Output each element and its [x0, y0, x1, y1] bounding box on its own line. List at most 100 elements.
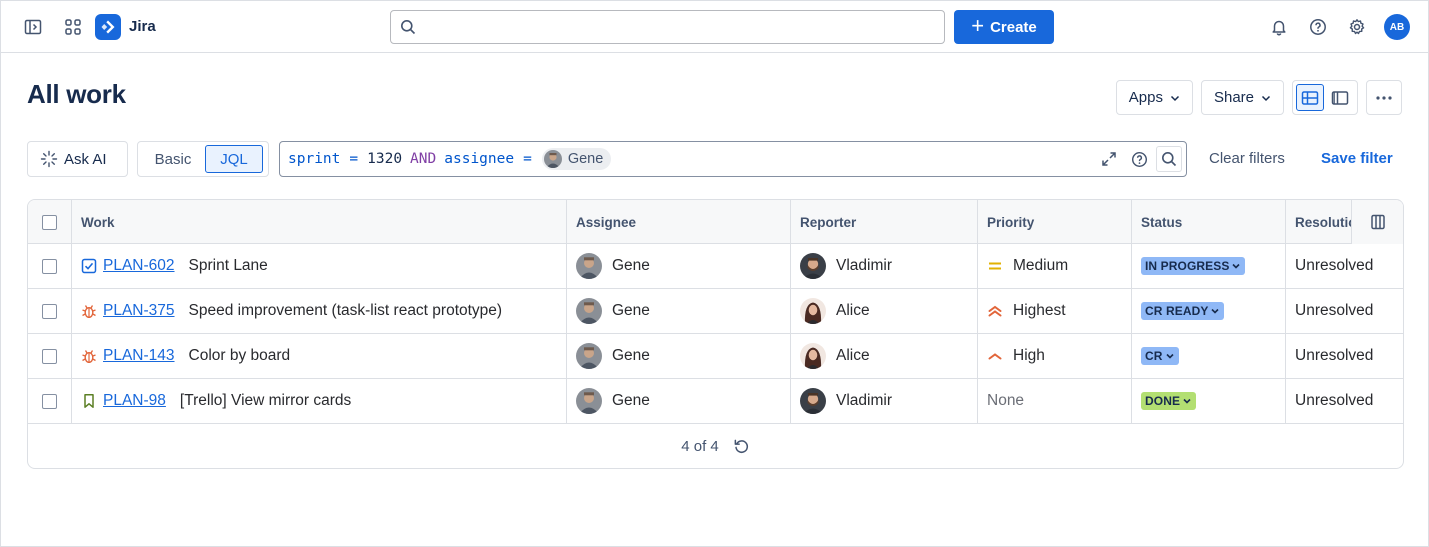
issue-key-link[interactable]: PLAN-602 — [103, 257, 175, 275]
basic-mode-button[interactable]: Basic — [141, 145, 205, 173]
vladimir-avatar — [800, 253, 826, 279]
list-view-button[interactable] — [1296, 84, 1324, 111]
jql-field: assignee — [444, 151, 515, 167]
priority-cell[interactable]: None — [978, 379, 1132, 423]
work-items-table: Work Assignee Reporter Priority Status R… — [27, 199, 1404, 469]
reporter-cell[interactable]: Vladimir — [791, 379, 978, 423]
work-cell: PLAN-98 [Trello] View mirror cards — [72, 379, 567, 423]
row-checkbox[interactable] — [42, 348, 57, 364]
status-lozenge[interactable]: CR READY — [1141, 302, 1225, 320]
jql-user-chip[interactable]: Gene — [541, 148, 612, 170]
issue-summary[interactable]: [Trello] View mirror cards — [180, 392, 351, 410]
user-avatar[interactable]: AB — [1384, 14, 1410, 40]
jql-help-button[interactable] — [1126, 146, 1152, 172]
share-dropdown-button[interactable]: Share — [1200, 80, 1284, 115]
issue-key-link[interactable]: PLAN-143 — [103, 347, 175, 365]
apps-dropdown-button[interactable]: Apps — [1115, 80, 1193, 115]
expand-editor-button[interactable] — [1096, 146, 1122, 172]
issue-key-link[interactable]: PLAN-375 — [103, 302, 175, 320]
row-checkbox[interactable] — [42, 393, 57, 409]
column-picker-button[interactable] — [1351, 200, 1403, 244]
apps-label: Apps — [1128, 89, 1163, 106]
column-header-reporter[interactable]: Reporter — [791, 200, 978, 244]
table-row[interactable]: PLAN-143 Color by board Gene Alice High … — [28, 334, 1403, 379]
share-label: Share — [1213, 89, 1254, 106]
table-row[interactable]: PLAN-375 Speed improvement (task-list re… — [28, 289, 1403, 334]
expand-icon — [1102, 152, 1116, 166]
select-all-cell — [28, 200, 72, 244]
high-priority-icon — [987, 348, 1003, 364]
priority-label: None — [987, 392, 1025, 409]
more-actions-button[interactable] — [1366, 80, 1402, 115]
issue-summary[interactable]: Speed improvement (task-list react proto… — [189, 302, 503, 320]
search-icon — [1162, 152, 1177, 167]
status-lozenge[interactable]: CR — [1141, 347, 1179, 365]
split-view-icon — [1331, 90, 1349, 105]
global-search[interactable] — [390, 10, 945, 44]
jql-tools — [1096, 146, 1182, 172]
jql-query-editor[interactable]: sprint = 1320 AND assignee = Gene — [279, 141, 1187, 177]
priority-cell[interactable]: Medium — [978, 244, 1132, 288]
status-lozenge[interactable]: DONE — [1141, 392, 1197, 410]
priority-cell[interactable]: Highest — [978, 289, 1132, 333]
search-mode-toggle: Basic JQL — [137, 141, 269, 177]
top-navigation-bar: Jira + Create AB — [1, 1, 1428, 53]
column-header-priority[interactable]: Priority — [978, 200, 1132, 244]
story-bookmark-icon — [81, 393, 97, 409]
priority-label: Medium — [1013, 257, 1069, 274]
issue-summary[interactable]: Color by board — [189, 347, 291, 365]
status-lozenge[interactable]: IN PROGRESS — [1141, 257, 1246, 275]
assignee-cell[interactable]: Gene — [567, 379, 791, 423]
assignee-cell[interactable]: Gene — [567, 334, 791, 378]
reporter-cell[interactable]: Alice — [791, 289, 978, 333]
ask-ai-button[interactable]: Ask AI — [27, 141, 128, 177]
reporter-cell[interactable]: Vladimir — [791, 244, 978, 288]
jql-chip-label: Gene — [567, 151, 604, 167]
assignee-cell[interactable]: Gene — [567, 244, 791, 288]
create-button[interactable]: + Create — [954, 10, 1054, 44]
select-all-checkbox[interactable] — [42, 214, 57, 230]
resolution-cell: Unresolved — [1295, 257, 1374, 274]
jql-field: sprint — [288, 151, 341, 167]
medium-priority-icon — [987, 258, 1003, 274]
refresh-button[interactable] — [733, 438, 750, 455]
run-search-button[interactable] — [1156, 146, 1182, 172]
issue-summary[interactable]: Sprint Lane — [189, 257, 268, 275]
notifications-button[interactable] — [1263, 11, 1295, 43]
chevron-down-icon — [1170, 95, 1179, 101]
status-label: CR READY — [1145, 304, 1209, 318]
row-select-cell — [28, 289, 72, 333]
help-icon — [1310, 19, 1326, 35]
detail-view-button[interactable] — [1326, 84, 1354, 111]
issue-key-link[interactable]: PLAN-98 — [103, 392, 166, 410]
priority-label: High — [1013, 347, 1045, 364]
table-row[interactable]: PLAN-98 [Trello] View mirror cards Gene … — [28, 379, 1403, 424]
reporter-cell[interactable]: Alice — [791, 334, 978, 378]
assignee-cell[interactable]: Gene — [567, 289, 791, 333]
column-header-work[interactable]: Work — [72, 200, 567, 244]
row-checkbox[interactable] — [42, 303, 57, 319]
app-grid-icon — [65, 18, 81, 35]
gear-icon — [1349, 19, 1365, 35]
settings-button[interactable] — [1341, 11, 1373, 43]
column-header-status[interactable]: Status — [1132, 200, 1286, 244]
view-toggle-group — [1292, 80, 1358, 115]
work-cell: PLAN-602 Sprint Lane — [72, 244, 567, 288]
jql-mode-button[interactable]: JQL — [205, 145, 263, 173]
global-search-input[interactable] — [422, 12, 944, 42]
help-button[interactable] — [1302, 11, 1334, 43]
refresh-icon — [734, 439, 748, 453]
chevron-down-icon — [1183, 398, 1191, 404]
jira-home-link[interactable]: Jira — [95, 13, 156, 40]
page-header-actions: Apps Share — [1115, 80, 1402, 115]
save-filter-button[interactable]: Save filter — [1321, 150, 1393, 167]
priority-cell[interactable]: High — [978, 334, 1132, 378]
sidebar-toggle-button[interactable] — [17, 11, 49, 43]
reporter-name: Vladimir — [836, 392, 892, 409]
row-checkbox[interactable] — [42, 258, 57, 274]
column-header-assignee[interactable]: Assignee — [567, 200, 791, 244]
app-switcher-button[interactable] — [57, 11, 89, 43]
bug-icon — [81, 303, 97, 319]
table-row[interactable]: PLAN-602 Sprint Lane Gene Vladimir Mediu… — [28, 244, 1403, 289]
clear-filters-button[interactable]: Clear filters — [1209, 150, 1285, 167]
